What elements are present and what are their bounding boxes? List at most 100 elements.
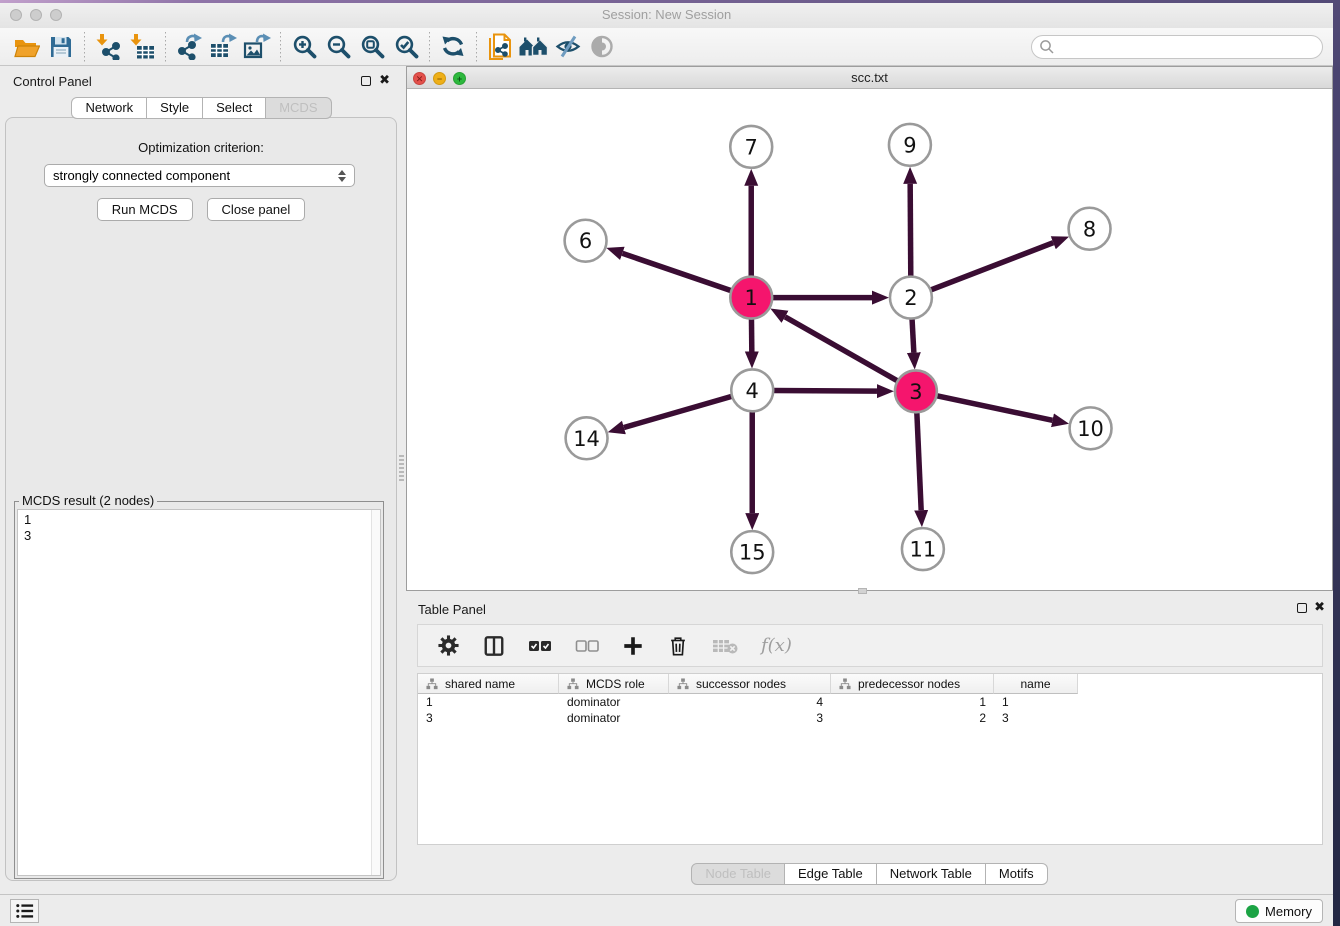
network-canvas[interactable]: 7 9 6 8 1 2 4 3 14 10 15 11 bbox=[407, 89, 1332, 590]
save-session-button[interactable] bbox=[44, 32, 78, 62]
import-table-button[interactable] bbox=[125, 32, 159, 62]
table-cell[interactable]: 1 bbox=[418, 695, 559, 709]
graph-node-2[interactable]: 2 bbox=[890, 277, 932, 319]
optimization-dropdown[interactable]: strongly connected component bbox=[44, 164, 355, 187]
close-panel-icon[interactable]: ✖ bbox=[1314, 600, 1325, 614]
graph-edge-1-6[interactable] bbox=[622, 253, 731, 290]
graph-node-7[interactable]: 7 bbox=[730, 126, 772, 168]
column-header-shared-name[interactable]: shared name bbox=[418, 674, 559, 694]
toolbar-separator bbox=[84, 32, 85, 62]
export-image-button[interactable] bbox=[240, 32, 274, 62]
tab-select[interactable]: Select bbox=[203, 97, 266, 119]
task-history-button[interactable] bbox=[10, 899, 39, 923]
refresh-view-button[interactable] bbox=[436, 32, 470, 62]
mcds-panel: Optimization criterion: strongly connect… bbox=[5, 117, 397, 881]
graph-node-14[interactable]: 14 bbox=[566, 417, 608, 459]
table-cell[interactable]: 3 bbox=[418, 711, 559, 725]
show-panels-button[interactable] bbox=[585, 32, 619, 62]
close-panel-button[interactable]: Close panel bbox=[207, 198, 306, 221]
search-input[interactable] bbox=[1055, 39, 1322, 54]
graph-node-3[interactable]: 3 bbox=[895, 370, 937, 412]
float-panel-icon[interactable] bbox=[1297, 603, 1307, 613]
export-table-button[interactable] bbox=[206, 32, 240, 62]
column-mode-button[interactable] bbox=[483, 635, 505, 657]
zoom-out-button[interactable] bbox=[321, 32, 355, 62]
table-tab-network-table[interactable]: Network Table bbox=[877, 863, 986, 885]
table-cell[interactable]: 1 bbox=[994, 695, 1078, 709]
column-header-label: MCDS role bbox=[586, 677, 645, 691]
graph-node-15[interactable]: 15 bbox=[731, 531, 773, 573]
graph-svg[interactable]: 7 9 6 8 1 2 4 3 14 10 15 11 bbox=[407, 89, 1332, 590]
table-cell[interactable]: 2 bbox=[831, 711, 994, 725]
graph-edge-4-14[interactable] bbox=[624, 396, 732, 427]
table-tab-motifs[interactable]: Motifs bbox=[986, 863, 1048, 885]
result-scrollbar[interactable] bbox=[371, 510, 380, 875]
deselect-all-columns-button[interactable] bbox=[575, 638, 599, 654]
graph-node-6[interactable]: 6 bbox=[565, 220, 607, 262]
graph-edge-3-11[interactable] bbox=[917, 412, 921, 510]
zoom-fit-button[interactable] bbox=[355, 32, 389, 62]
zoom-in-button[interactable] bbox=[287, 32, 321, 62]
network-window-titlebar[interactable]: ✕ − + scc.txt bbox=[407, 67, 1332, 89]
table-cell[interactable]: 4 bbox=[669, 695, 831, 709]
graph-edge-4-3[interactable] bbox=[773, 391, 877, 392]
graph-node-8[interactable]: 8 bbox=[1069, 208, 1111, 250]
table-panel: Table Panel ✖ bbox=[406, 595, 1333, 894]
apply-function-button[interactable]: f(x) bbox=[761, 635, 792, 656]
table-cell[interactable]: 3 bbox=[994, 711, 1078, 725]
table-settings-button[interactable] bbox=[437, 634, 460, 657]
table-row[interactable]: 1dominator411 bbox=[418, 694, 1322, 710]
control-panel-tabs: NetworkStyleSelectMCDS bbox=[0, 97, 403, 119]
column-header-successor-nodes[interactable]: successor nodes bbox=[669, 674, 831, 694]
mcds-result-area[interactable]: 1 3 bbox=[17, 509, 381, 876]
tab-mcds[interactable]: MCDS bbox=[266, 97, 331, 119]
float-panel-icon[interactable] bbox=[361, 76, 371, 86]
column-header-name[interactable]: name bbox=[994, 674, 1078, 694]
select-all-columns-button[interactable] bbox=[528, 638, 552, 654]
clone-network-button[interactable] bbox=[483, 32, 517, 62]
tab-style[interactable]: Style bbox=[147, 97, 203, 119]
delete-row-button[interactable] bbox=[667, 634, 689, 657]
memory-button[interactable]: Memory bbox=[1235, 899, 1323, 923]
add-row-button[interactable] bbox=[622, 635, 644, 657]
import-network-button[interactable] bbox=[91, 32, 125, 62]
open-file-button[interactable] bbox=[10, 32, 44, 62]
import-table-icon bbox=[129, 33, 156, 60]
clone-network-icon bbox=[487, 33, 513, 61]
app-titlebar: Session: New Session bbox=[0, 3, 1333, 28]
graph-node-10[interactable]: 10 bbox=[1070, 407, 1112, 449]
column-header-mcds-role[interactable]: MCDS role bbox=[559, 674, 669, 694]
column-header-label: successor nodes bbox=[696, 677, 786, 691]
graph-node-1[interactable]: 1 bbox=[730, 277, 772, 319]
delete-table-button[interactable] bbox=[712, 637, 738, 655]
tab-network[interactable]: Network bbox=[71, 97, 147, 119]
home-layout-button[interactable] bbox=[517, 32, 551, 62]
table-cell[interactable]: 1 bbox=[831, 695, 994, 709]
column-header-predecessor-nodes[interactable]: predecessor nodes bbox=[831, 674, 994, 694]
hide-panels-button[interactable] bbox=[551, 32, 585, 62]
table-cell[interactable]: dominator bbox=[559, 695, 669, 709]
graph-edge-3-10[interactable] bbox=[936, 396, 1052, 421]
graph-edge-2-8[interactable] bbox=[930, 243, 1053, 290]
search-box[interactable] bbox=[1031, 35, 1323, 59]
export-network-button[interactable] bbox=[172, 32, 206, 62]
table-row[interactable]: 3dominator323 bbox=[418, 710, 1322, 726]
horizontal-splitter-handle[interactable] bbox=[858, 588, 867, 594]
close-panel-icon[interactable]: ✖ bbox=[379, 73, 390, 87]
graph-edge-2-3[interactable] bbox=[912, 319, 914, 353]
table-cell[interactable]: 3 bbox=[669, 711, 831, 725]
table-tab-node-table[interactable]: Node Table bbox=[691, 863, 785, 885]
export-image-icon bbox=[243, 33, 271, 60]
vertical-splitter-handle[interactable] bbox=[399, 455, 404, 481]
table-cell[interactable]: dominator bbox=[559, 711, 669, 725]
graph-node-4[interactable]: 4 bbox=[731, 369, 773, 411]
table-tab-edge-table[interactable]: Edge Table bbox=[785, 863, 877, 885]
app-window: Session: New Session bbox=[0, 3, 1333, 926]
run-mcds-button[interactable]: Run MCDS bbox=[97, 198, 193, 221]
graph-edge-2-9[interactable] bbox=[910, 184, 911, 277]
graph-node-11[interactable]: 11 bbox=[902, 528, 944, 570]
table-toolbar: f(x) bbox=[417, 624, 1323, 667]
graph-edge-3-1[interactable] bbox=[785, 317, 898, 381]
zoom-selected-button[interactable] bbox=[389, 32, 423, 62]
graph-node-9[interactable]: 9 bbox=[889, 124, 931, 166]
